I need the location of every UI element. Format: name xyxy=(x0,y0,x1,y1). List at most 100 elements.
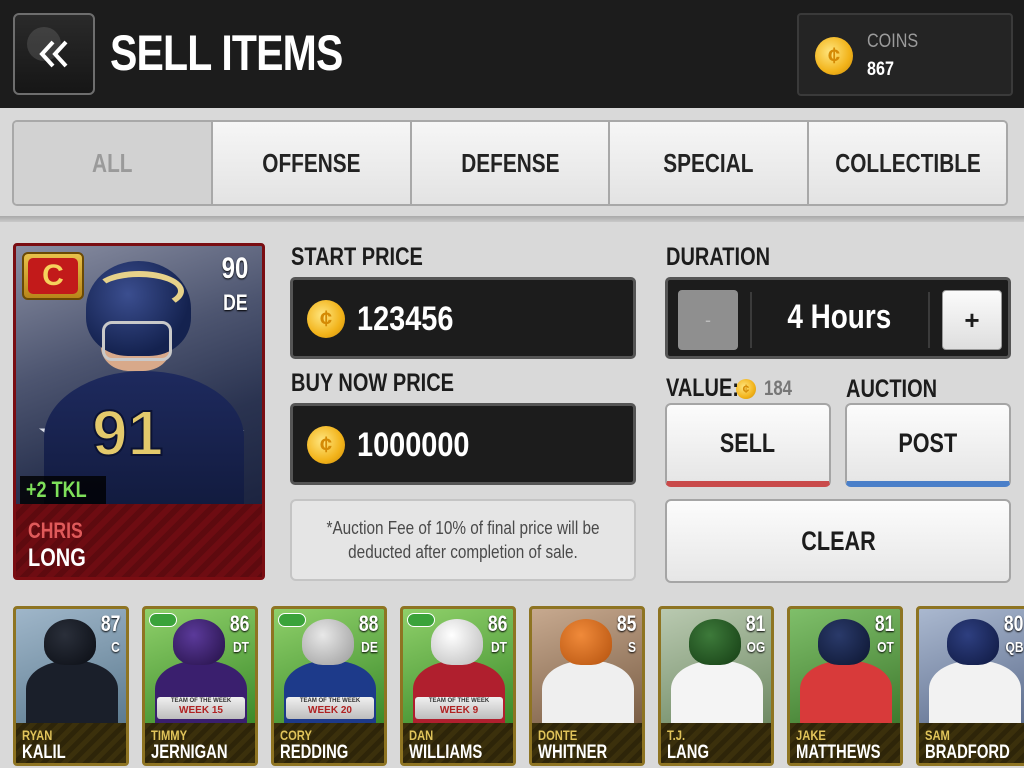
tab-collectible[interactable]: COLLECTIBLE xyxy=(809,122,1006,204)
double-chevron-left-icon xyxy=(39,40,68,68)
duration-increase-button[interactable]: + xyxy=(942,290,1002,350)
player-card-item[interactable]: 85 S DONTE WHITNER xyxy=(529,606,645,766)
player-last-name: WILLIAMS xyxy=(409,742,483,763)
card-nameplate: T.J. LANG xyxy=(661,723,771,763)
clear-button-label: CLEAR xyxy=(800,525,876,556)
clear-button[interactable]: CLEAR xyxy=(665,499,1011,583)
sell-button-label: SELL xyxy=(720,427,776,458)
helmet xyxy=(431,619,483,665)
player-card-item[interactable]: TEAM OF THE WEEK WEEK 9 86 DT DAN WILLIA… xyxy=(400,606,516,766)
card-position: OT xyxy=(877,639,894,656)
category-tabs: ALL OFFENSE DEFENSE SPECIAL COLLECTIBLE xyxy=(12,120,1008,206)
coins-display: ¢ COINS 867 xyxy=(797,13,1013,96)
helmet xyxy=(818,619,870,665)
card-rating: 81 xyxy=(745,611,765,636)
banner-week: WEEK 9 xyxy=(439,705,479,716)
auction-fee-text: *Auction Fee of 10% of final price will … xyxy=(326,518,600,562)
player-first-name: TIMMY xyxy=(151,727,188,743)
player-card-item[interactable]: TEAM OF THE WEEK WEEK 20 88 DE CORY REDD… xyxy=(271,606,387,766)
player-jersey xyxy=(26,661,118,723)
card-nameplate: DONTE WHITNER xyxy=(532,723,642,763)
coin-icon: ¢ xyxy=(307,300,345,338)
banner-week: WEEK 15 xyxy=(179,705,223,716)
tab-label: OFFENSE xyxy=(262,147,361,178)
player-last-name: BRADFORD xyxy=(925,742,1010,763)
player-last-name: KALIL xyxy=(22,742,66,763)
player-last-name: LANG xyxy=(667,742,709,763)
sell-button[interactable]: SELL xyxy=(665,403,831,487)
player-card-item[interactable]: 81 OG T.J. LANG xyxy=(658,606,774,766)
banner-title: TEAM OF THE WEEK xyxy=(299,698,361,704)
duration-value: 4 Hours xyxy=(754,298,924,337)
section-divider xyxy=(0,216,1024,222)
card-position: QB xyxy=(1005,639,1023,656)
team-of-the-week-banner: TEAM OF THE WEEK WEEK 15 xyxy=(157,697,245,719)
card-rating: 87 xyxy=(100,611,120,636)
player-first-name: CHRIS xyxy=(28,518,83,543)
player-jersey xyxy=(800,661,892,723)
player-last-name: REDDING xyxy=(280,742,349,763)
player-card-item[interactable]: TEAM OF THE WEEK WEEK 15 86 DT TIMMY JER… xyxy=(142,606,258,766)
player-first-name: DAN xyxy=(409,727,434,743)
card-position: OG xyxy=(746,639,765,656)
card-position: DE xyxy=(223,290,248,315)
totw-badge-icon xyxy=(278,613,306,627)
face-mask xyxy=(102,321,172,361)
badge-letter: C xyxy=(28,258,78,294)
tab-special[interactable]: SPECIAL xyxy=(610,122,810,204)
helmet xyxy=(689,619,741,665)
team-of-the-week-banner: TEAM OF THE WEEK WEEK 20 xyxy=(286,697,374,719)
selected-player-card[interactable]: ★ ★ ★ 91 C 90 DE +2 TKL CHRIS LONG xyxy=(13,243,265,580)
player-card-item[interactable]: 80 QB SAM BRADFORD xyxy=(916,606,1024,766)
start-price-field: ¢ xyxy=(290,277,636,359)
stat-boost: +2 TKL xyxy=(20,476,106,504)
player-first-name: CORY xyxy=(280,727,312,743)
card-rating: 85 xyxy=(616,611,636,636)
helmet xyxy=(302,619,354,665)
card-nameplate: CORY REDDING xyxy=(274,723,384,763)
player-card-item[interactable]: 81 OT JAKE MATTHEWS xyxy=(787,606,903,766)
card-position: S xyxy=(627,639,636,656)
tab-offense[interactable]: OFFENSE xyxy=(212,122,412,204)
collection-badge-icon: C xyxy=(22,252,84,300)
player-card-item[interactable]: 87 C RYAN KALIL xyxy=(13,606,129,766)
card-nameplate: SAM BRADFORD xyxy=(919,723,1024,763)
buy-now-price-field: ¢ xyxy=(290,403,636,485)
value-amount: 184 xyxy=(764,376,793,400)
tab-defense[interactable]: DEFENSE xyxy=(411,122,611,204)
tab-label: SPECIAL xyxy=(663,147,754,178)
duration-decrease-button[interactable]: - xyxy=(678,290,738,350)
helmet-horn xyxy=(94,271,184,311)
start-price-input[interactable] xyxy=(357,294,587,344)
duration-value-text: 4 Hours xyxy=(787,298,891,336)
card-value: VALUE: ¢ 184 xyxy=(666,374,799,403)
stepper-divider xyxy=(928,292,930,348)
card-rating: 88 xyxy=(358,611,378,636)
coins-value: 867 xyxy=(867,59,894,80)
buy-now-price-input[interactable] xyxy=(357,420,587,470)
coin-icon: ¢ xyxy=(815,37,853,75)
tab-all[interactable]: ALL xyxy=(14,122,213,204)
player-jersey xyxy=(929,661,1021,723)
card-rating: 86 xyxy=(229,611,249,636)
back-button[interactable] xyxy=(13,13,95,95)
card-rating: 86 xyxy=(487,611,507,636)
auction-label: AUCTION xyxy=(846,375,938,403)
player-last-name: WHITNER xyxy=(538,742,608,763)
player-jersey xyxy=(542,661,634,723)
card-rating: 90 xyxy=(221,252,248,285)
duration-stepper: - 4 Hours + xyxy=(665,277,1011,359)
post-button-label: POST xyxy=(898,427,958,458)
player-last-name: LONG xyxy=(28,544,86,572)
card-rating: 80 xyxy=(1003,611,1023,636)
coin-icon: ¢ xyxy=(307,426,345,464)
card-nameplate: JAKE MATTHEWS xyxy=(790,723,900,763)
value-label: VALUE: xyxy=(666,374,739,402)
tab-label: COLLECTIBLE xyxy=(834,147,981,178)
post-button[interactable]: POST xyxy=(845,403,1011,487)
card-nameplate: RYAN KALIL xyxy=(16,723,126,763)
card-rating: 81 xyxy=(874,611,894,636)
team-of-the-week-banner: TEAM OF THE WEEK WEEK 9 xyxy=(415,697,503,719)
banner-title: TEAM OF THE WEEK xyxy=(428,698,490,704)
stat-boost-text: +2 TKL xyxy=(26,477,87,502)
